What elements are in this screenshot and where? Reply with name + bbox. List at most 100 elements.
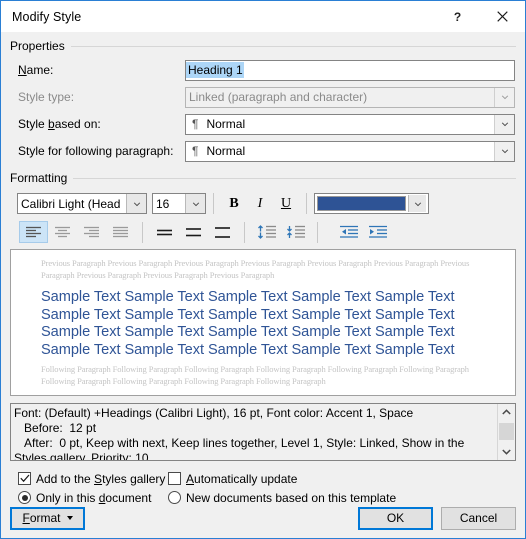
toolbar-separator: [142, 221, 143, 243]
underline-icon: U: [280, 195, 292, 211]
window-title: Modify Style: [12, 9, 82, 24]
scrollbar-track[interactable]: [498, 421, 515, 443]
underline-button[interactable]: U: [273, 193, 299, 215]
paragraph-toolbar: [10, 220, 516, 244]
increase-paragraph-spacing-icon: [257, 225, 276, 239]
close-icon: [497, 11, 508, 22]
line-spacing-double-button[interactable]: [208, 221, 237, 243]
properties-group-label: Properties: [10, 39, 65, 53]
align-right-icon: [84, 226, 99, 237]
name-row: Name: Heading 1: [10, 59, 516, 81]
checkbox-box[interactable]: [168, 472, 181, 485]
formatting-group: Formatting Calibri Light (Head 16 B I U: [10, 170, 516, 244]
style-type-value: Linked (paragraph and character): [189, 90, 368, 104]
increase-indent-button[interactable]: [363, 221, 392, 243]
name-label: Name:: [18, 63, 54, 77]
bold-icon: B: [229, 195, 239, 211]
style-description-box: Font: (Default) +Headings (Calibri Light…: [10, 403, 516, 461]
help-button[interactable]: ?: [435, 1, 480, 32]
align-justify-icon: [113, 226, 128, 237]
line-spacing-single-icon: [157, 229, 172, 235]
ok-button-label: OK: [386, 511, 405, 525]
question-mark-icon: ?: [453, 9, 462, 24]
name-input-value: Heading 1: [186, 62, 244, 78]
name-input[interactable]: Heading 1: [185, 59, 515, 81]
font-color-swatch: [317, 196, 406, 211]
font-size-value: 16: [156, 196, 170, 211]
style-description-text: Font: (Default) +Headings (Calibri Light…: [14, 406, 465, 460]
style-based-on-value: Normal: [206, 117, 246, 131]
chevron-up-icon: [502, 409, 511, 415]
description-scrollbar[interactable]: [497, 404, 515, 460]
chevron-down-icon: [502, 449, 511, 455]
decrease-paragraph-spacing-icon: [286, 225, 305, 238]
group-divider-line: [70, 45, 516, 47]
chevron-down-icon[interactable]: [185, 194, 205, 213]
decrease-indent-icon: [339, 225, 358, 238]
chevron-down-icon[interactable]: [494, 114, 514, 134]
chevron-down-icon[interactable]: [408, 195, 426, 212]
add-to-gallery-checkbox[interactable]: Add to the Styles gallery: [18, 472, 168, 486]
style-type-label: Style type:: [18, 90, 75, 104]
line-spacing-double-icon: [215, 226, 230, 238]
style-based-on-dropdown[interactable]: ¶ Normal: [185, 113, 515, 135]
checkbox-box[interactable]: [18, 472, 31, 485]
dialog-footer: Format OK Cancel: [1, 498, 525, 538]
style-based-on-label: Style based on:: [18, 117, 101, 131]
style-following-row: Style for following paragraph: ¶ Normal: [10, 140, 516, 162]
style-following-dropdown[interactable]: ¶ Normal: [185, 140, 515, 162]
properties-group-header: Properties: [10, 38, 516, 54]
ok-button[interactable]: OK: [358, 506, 433, 530]
font-name-value: Calibri Light (Head: [21, 196, 121, 211]
modify-style-dialog: Modify Style ? Properties Name: Heading …: [0, 0, 526, 539]
format-button[interactable]: Format: [10, 506, 85, 530]
cancel-button-label: Cancel: [459, 511, 498, 525]
checkbox-row: Add to the Styles gallery Automatically …: [18, 469, 516, 488]
formatting-group-header: Formatting: [10, 170, 516, 186]
line-spacing-single-button[interactable]: [150, 221, 179, 243]
font-name-dropdown[interactable]: Calibri Light (Head: [17, 193, 147, 214]
style-type-row: Style type: Linked (paragraph and charac…: [10, 86, 516, 108]
align-center-button[interactable]: [48, 221, 77, 243]
toolbar-separator: [213, 193, 214, 214]
font-size-dropdown[interactable]: 16: [152, 193, 206, 214]
style-preview: Previous Paragraph Previous Paragraph Pr…: [10, 249, 516, 396]
chevron-down-icon[interactable]: [494, 141, 514, 161]
bold-button[interactable]: B: [221, 193, 247, 215]
line-spacing-1-5-icon: [186, 227, 201, 236]
align-justify-button[interactable]: [106, 221, 135, 243]
toolbar-separator: [244, 221, 245, 243]
increase-indent-icon: [368, 225, 387, 238]
automatically-update-checkbox[interactable]: Automatically update: [168, 472, 297, 486]
align-left-icon: [26, 226, 41, 237]
increase-paragraph-spacing-button[interactable]: [252, 221, 281, 243]
italic-button[interactable]: I: [247, 193, 273, 215]
cancel-button[interactable]: Cancel: [441, 506, 516, 530]
dialog-body: Properties Name: Heading 1 Style type: L…: [1, 32, 525, 538]
format-button-label: Format: [22, 511, 61, 525]
italic-icon: I: [257, 195, 263, 211]
font-color-dropdown[interactable]: [314, 193, 429, 214]
align-right-button[interactable]: [77, 221, 106, 243]
preview-previous-paragraph: Previous Paragraph Previous Paragraph Pr…: [41, 258, 470, 280]
align-left-button[interactable]: [19, 221, 48, 243]
toolbar-separator: [306, 193, 307, 214]
decrease-indent-button[interactable]: [334, 221, 363, 243]
automatically-update-label: Automatically update: [186, 471, 298, 486]
preview-sample-text: Sample Text Sample Text Sample Text Samp…: [41, 289, 455, 358]
style-type-dropdown: Linked (paragraph and character): [185, 86, 515, 108]
add-to-gallery-label: Add to the Styles gallery: [36, 471, 166, 486]
align-center-icon: [55, 226, 70, 237]
style-based-on-row: Style based on: ¶ Normal: [10, 113, 516, 135]
group-divider-line: [73, 177, 516, 179]
scroll-up-button[interactable]: [498, 404, 515, 421]
line-spacing-1-5-button[interactable]: [179, 221, 208, 243]
decrease-paragraph-spacing-button[interactable]: [281, 221, 310, 243]
close-button[interactable]: [480, 1, 525, 32]
pilcrow-icon: ¶: [192, 117, 199, 131]
style-following-value: Normal: [206, 144, 246, 158]
style-following-label: Style for following paragraph:: [18, 144, 174, 158]
scrollbar-thumb[interactable]: [499, 423, 514, 440]
scroll-down-button[interactable]: [498, 443, 515, 460]
chevron-down-icon[interactable]: [126, 194, 146, 213]
